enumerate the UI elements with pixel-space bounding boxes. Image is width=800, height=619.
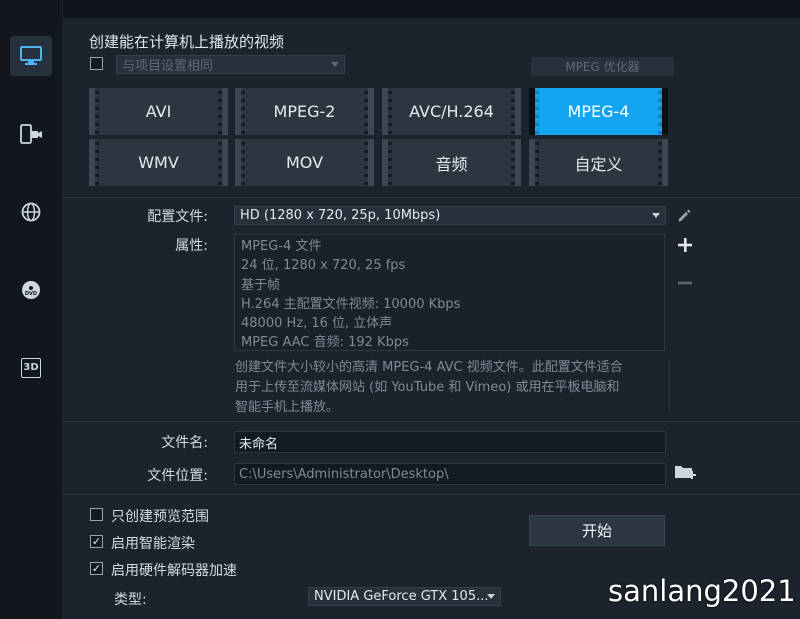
add-profile-icon[interactable]: [678, 237, 692, 256]
property-line: H.264 主配置文件视频: 10000 Kbps: [241, 296, 461, 312]
type-dropdown[interactable]: NVIDIA GeForce GTX 105...: [308, 587, 501, 606]
description-line: 用于上传至流媒体网站 (如 YouTube 和 Vimeo) 或用在平板电脑和: [235, 380, 620, 395]
sidebar-item-3d[interactable]: 3D: [10, 348, 52, 388]
browse-folder-icon[interactable]: [674, 463, 696, 485]
file-location-label: 文件位置:: [147, 468, 208, 484]
profile-value: HD (1280 x 720, 25p, 10Mbps): [240, 208, 441, 223]
format-mpeg2-button[interactable]: MPEG-2: [235, 88, 374, 135]
smart-render-label: 启用智能渲染: [111, 536, 195, 552]
properties-box: MPEG-4 文件 24 位, 1280 x 720, 25 fps 基于帧 H…: [234, 234, 665, 351]
type-label: 类型:: [114, 592, 147, 608]
format-mov-button[interactable]: MOV: [235, 139, 374, 186]
checkmark-icon: ✓: [91, 535, 102, 548]
chevron-down-icon: [487, 593, 495, 599]
globe-icon: [21, 202, 41, 222]
description-line: 智能手机上播放。: [235, 400, 340, 415]
start-button[interactable]: 开始: [529, 515, 665, 546]
dvd-icon-label: DVD: [24, 291, 38, 297]
type-value: NVIDIA GeForce GTX 105...: [314, 589, 489, 604]
same-as-project-checkbox[interactable]: [90, 57, 103, 70]
property-line: 24 位, 1280 x 720, 25 fps: [241, 258, 406, 274]
sidebar-item-computer[interactable]: [10, 36, 52, 76]
sidebar-item-device[interactable]: [10, 114, 52, 154]
file-location-input[interactable]: C:\Users\Administrator\Desktop\: [234, 463, 666, 485]
mobile-device-icon: [19, 124, 43, 144]
format-avc-button[interactable]: AVC/H.264: [382, 88, 521, 135]
section-divider: [62, 421, 800, 422]
preview-range-checkbox[interactable]: [90, 508, 103, 521]
format-wmv-button[interactable]: WMV: [89, 139, 228, 186]
file-name-input[interactable]: 未命名: [234, 431, 666, 453]
section-divider: [62, 197, 800, 198]
chevron-down-icon: [331, 61, 339, 67]
property-line: MPEG-4 文件: [241, 239, 322, 254]
remove-profile-icon[interactable]: [678, 270, 692, 289]
file-name-label: 文件名:: [161, 435, 208, 451]
monitor-icon: [20, 46, 42, 66]
format-avi-button[interactable]: AVI: [89, 88, 228, 135]
watermark: sanlang2021: [608, 574, 796, 608]
3d-icon: 3D: [21, 358, 41, 378]
description-scrollbar[interactable]: [669, 360, 670, 410]
3d-icon-label: 3D: [23, 362, 39, 373]
chevron-down-icon: [652, 212, 660, 218]
same-as-project-label: 与项目设置相同: [122, 59, 214, 74]
hw-decoder-checkbox[interactable]: ✓: [90, 562, 103, 575]
property-line: 基于帧: [241, 277, 281, 293]
main-panel: 创建能在计算机上播放的视频 与项目设置相同 MPEG 优化器 AVI MPEG-…: [62, 18, 800, 619]
page-title: 创建能在计算机上播放的视频: [89, 33, 285, 51]
profile-label: 配置文件:: [147, 209, 208, 225]
dvd-icon: DVD: [21, 280, 41, 300]
hw-decoder-label: 启用硬件解码器加速: [111, 563, 237, 579]
mpeg-optimizer-button[interactable]: MPEG 优化器: [531, 57, 674, 76]
property-line: 48000 Hz, 16 位, 立体声: [241, 316, 393, 332]
description-line: 创建文件大小较小的高清 MPEG-4 AVC 视频文件。此配置文件适合: [235, 360, 623, 375]
sidebar-item-web[interactable]: [10, 192, 52, 232]
format-custom-button[interactable]: 自定义: [529, 139, 668, 186]
format-audio-button[interactable]: 音频: [382, 139, 521, 186]
smart-render-checkbox[interactable]: ✓: [90, 535, 103, 548]
profile-dropdown[interactable]: HD (1280 x 720, 25p, 10Mbps): [234, 206, 666, 225]
profile-description: 创建文件大小较小的高清 MPEG-4 AVC 视频文件。此配置文件适合 用于上传…: [235, 358, 675, 418]
properties-label: 属性:: [175, 238, 208, 254]
section-divider: [62, 494, 800, 495]
checkmark-icon: ✓: [91, 562, 102, 575]
edit-profile-icon[interactable]: [676, 208, 692, 228]
sidebar: DVD 3D: [0, 0, 63, 619]
property-line: MPEG AAC 音频: 192 Kbps: [241, 335, 409, 351]
same-as-project-dropdown[interactable]: 与项目设置相同: [116, 55, 345, 74]
sidebar-item-disc[interactable]: DVD: [10, 270, 52, 310]
format-mpeg4-button[interactable]: MPEG-4: [529, 88, 668, 135]
preview-range-label: 只创建预览范围: [111, 509, 209, 525]
